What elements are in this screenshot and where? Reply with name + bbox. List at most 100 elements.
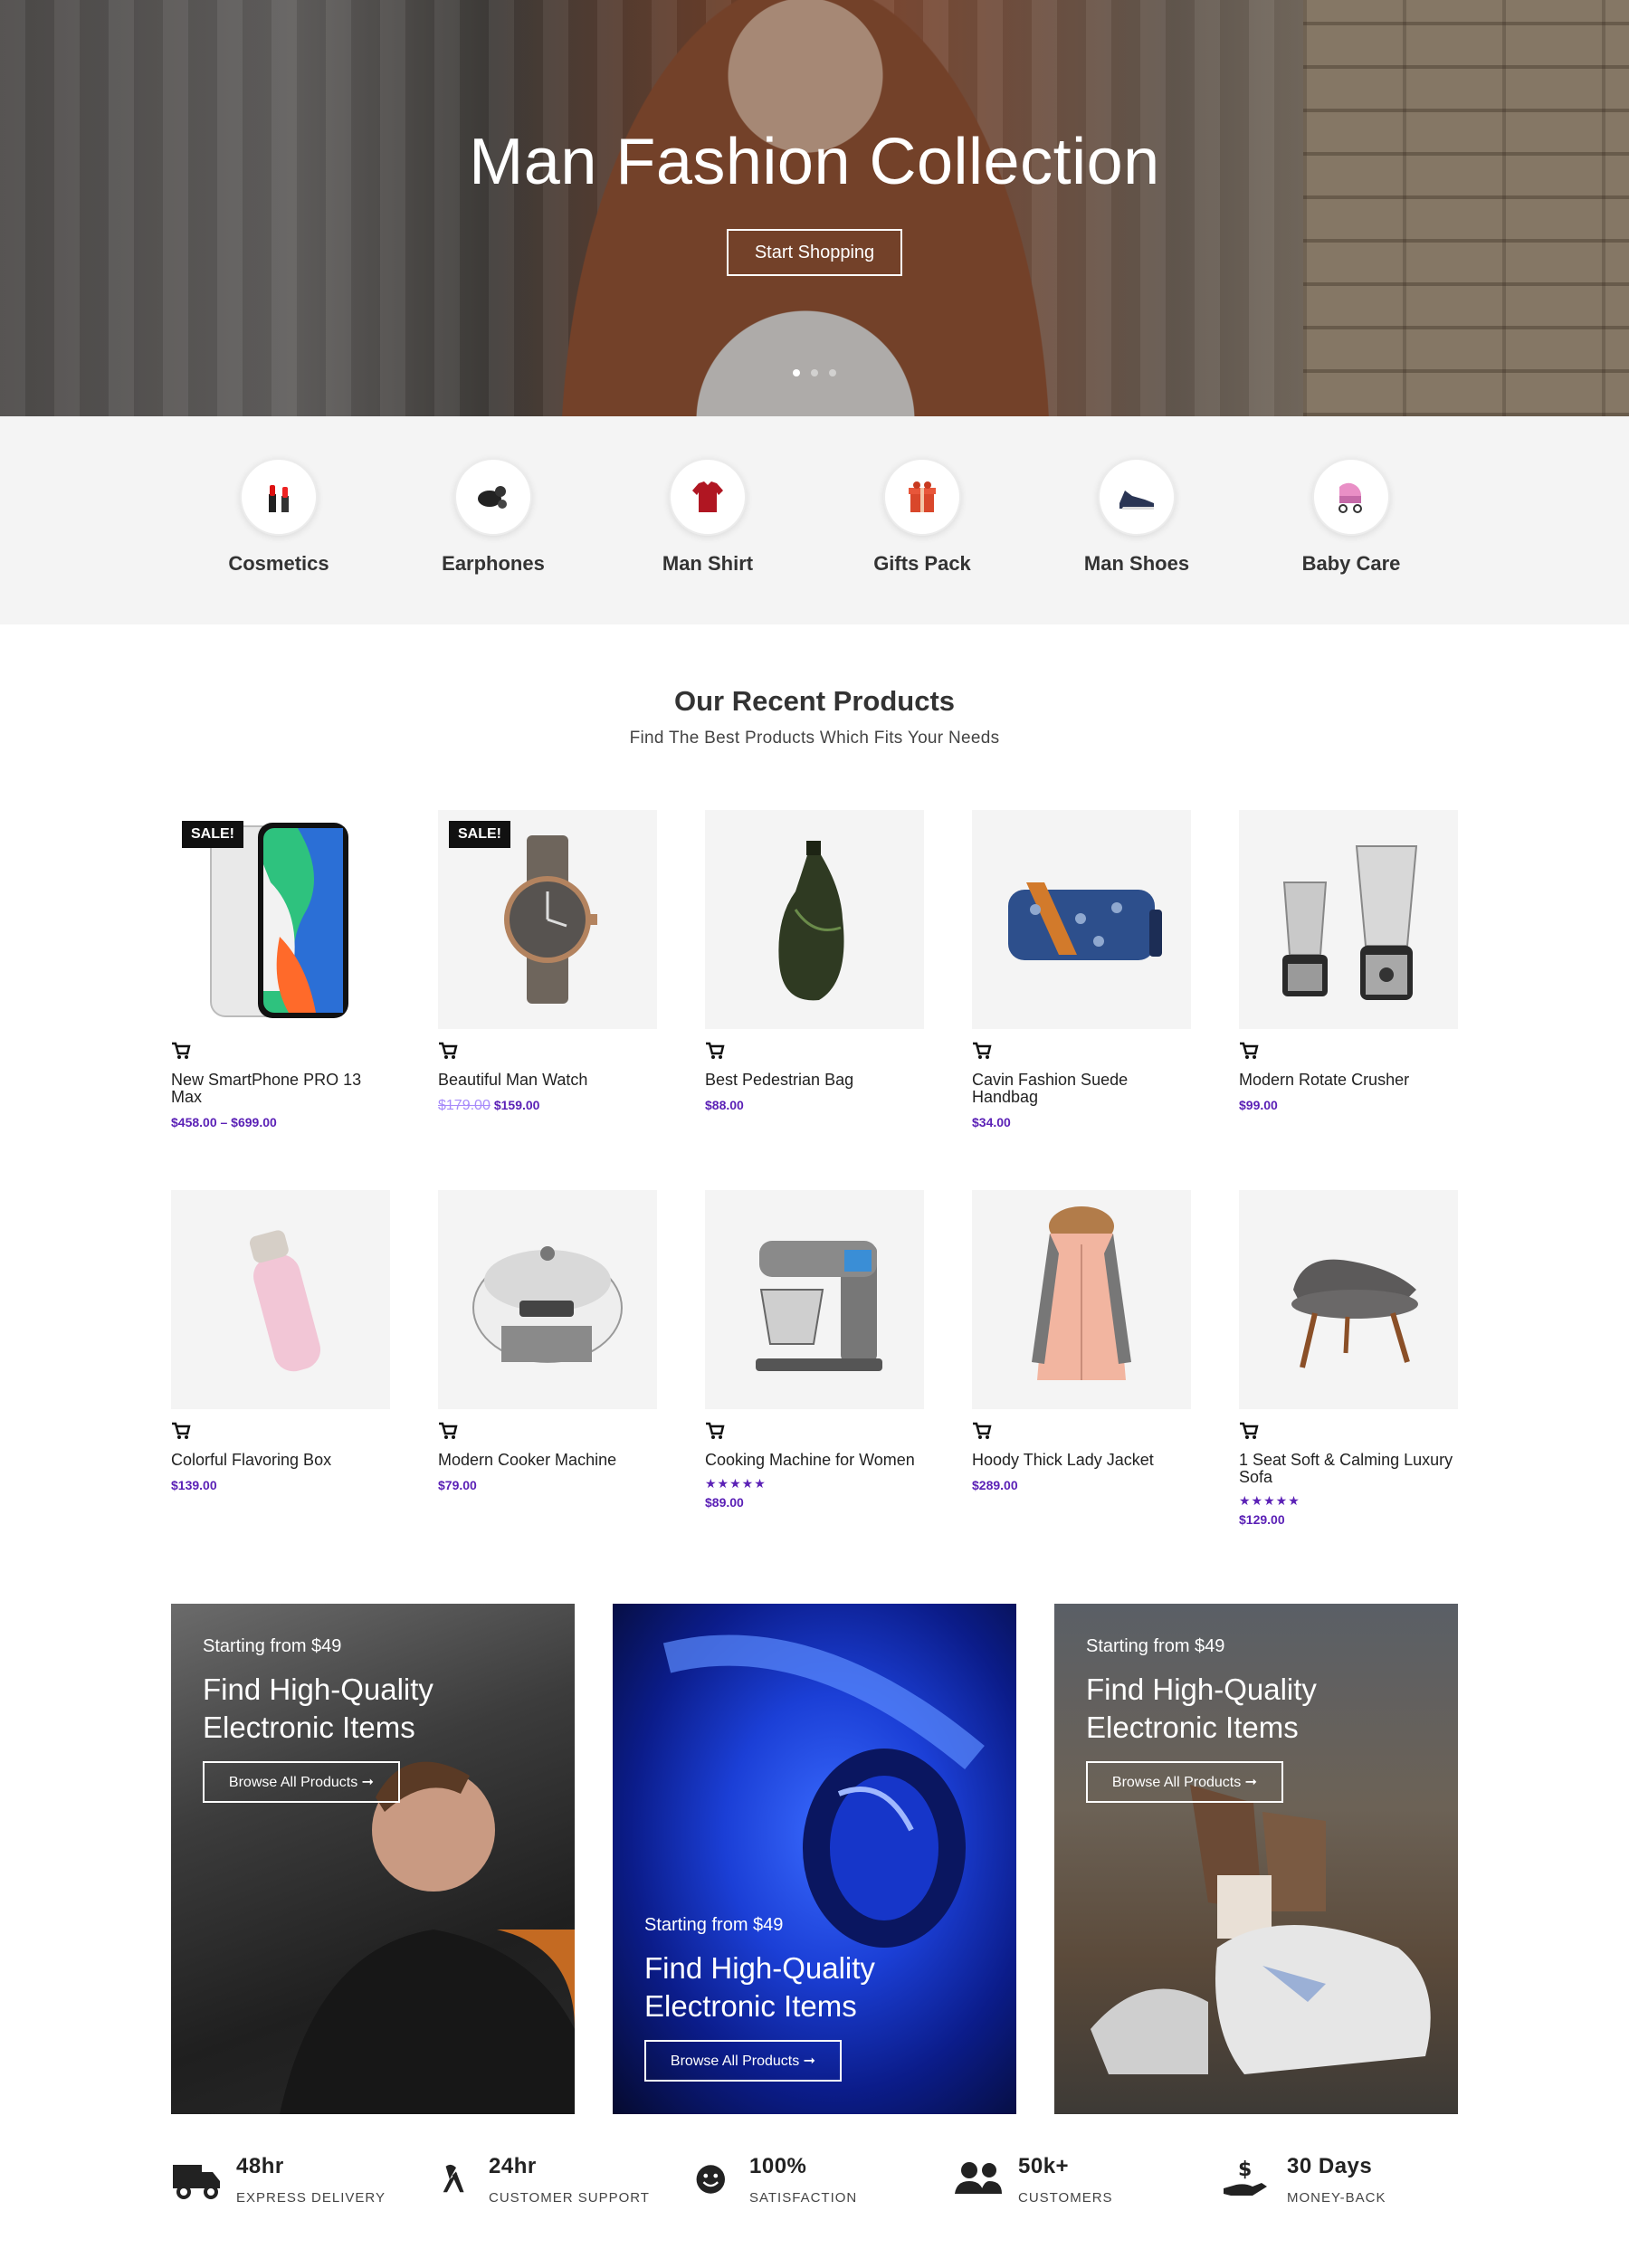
- product-card[interactable]: SALE! New SmartPhone PRO 13 Max $458.00 …: [171, 810, 390, 1129]
- banner-headphones-image: [662, 1634, 985, 1948]
- product-price: $179.00 $159.00: [438, 1098, 657, 1114]
- product-name[interactable]: Cavin Fashion Suede Handbag: [972, 1072, 1191, 1106]
- category-label: Gifts Pack: [873, 552, 971, 575]
- category-earphones[interactable]: Earphones: [412, 458, 575, 576]
- promo-banner-3[interactable]: Starting from $49 Find High-Quality Elec…: [1054, 1604, 1458, 2114]
- product-card[interactable]: SALE! Beautiful Man Watch $179.00 $159.00: [438, 810, 657, 1114]
- product-image-cooker[interactable]: [438, 1190, 657, 1409]
- product-card[interactable]: Cavin Fashion Suede Handbag $34.00: [972, 810, 1191, 1129]
- slider-dot-3[interactable]: [829, 369, 836, 376]
- ribbon-icon: [443, 2164, 464, 2193]
- category-label: Cosmetics: [228, 552, 329, 575]
- product-image-handbag[interactable]: [972, 810, 1191, 1029]
- product-card[interactable]: Cooking Machine for Women ★★★★★ $89.00: [705, 1190, 924, 1510]
- feature-satisfaction: 100% SATISFACTION: [695, 2154, 857, 2206]
- gift-icon: [883, 458, 961, 536]
- category-bar: Cosmetics Earphones Man Shirt Gifts Pack…: [0, 416, 1629, 624]
- product-image-blender[interactable]: [1239, 810, 1458, 1029]
- product-price: $99.00: [1239, 1098, 1278, 1112]
- category-cosmetics[interactable]: Cosmetics: [197, 458, 360, 576]
- promo-banner-1[interactable]: Starting from $49 Find High-Quality Elec…: [171, 1604, 575, 2114]
- feature-value: 30 Days: [1287, 2154, 1373, 2178]
- lipstick-icon: [240, 458, 318, 536]
- stroller-icon: [1312, 458, 1390, 536]
- category-man-shirt[interactable]: Man Shirt: [626, 458, 789, 576]
- product-price: $289.00: [972, 1478, 1018, 1492]
- start-shopping-button[interactable]: Start Shopping: [727, 229, 902, 276]
- product-name[interactable]: Cooking Machine for Women: [705, 1452, 924, 1469]
- product-name[interactable]: Best Pedestrian Bag: [705, 1072, 924, 1089]
- category-gifts-pack[interactable]: Gifts Pack: [841, 458, 1004, 576]
- add-to-cart-icon[interactable]: [438, 1422, 458, 1440]
- slider-dot-1[interactable]: [793, 369, 800, 376]
- money-hand-icon: $: [1224, 2158, 1267, 2196]
- add-to-cart-icon[interactable]: [171, 1042, 191, 1060]
- add-to-cart-icon[interactable]: [171, 1422, 191, 1440]
- feature-value: 50k+: [1018, 2154, 1070, 2178]
- add-to-cart-icon[interactable]: [438, 1042, 458, 1060]
- product-image-sofa-chair[interactable]: [1239, 1190, 1458, 1409]
- category-man-shoes[interactable]: Man Shoes: [1055, 458, 1218, 576]
- product-price: $88.00: [705, 1098, 744, 1112]
- product-image-stand-mixer[interactable]: [705, 1190, 924, 1409]
- shoe-icon: [1098, 458, 1176, 536]
- product-price: $458.00 – $699.00: [171, 1115, 277, 1129]
- rating-stars: ★★★★★: [1239, 1493, 1300, 1508]
- product-price: $129.00: [1239, 1512, 1285, 1527]
- product-name[interactable]: 1 Seat Soft & Calming Luxury Sofa: [1239, 1452, 1458, 1486]
- product-image-watch[interactable]: SALE!: [438, 810, 657, 1029]
- product-card[interactable]: Modern Cooker Machine $79.00: [438, 1190, 657, 1492]
- add-to-cart-icon[interactable]: [1239, 1042, 1259, 1060]
- product-name[interactable]: Beautiful Man Watch: [438, 1072, 657, 1089]
- banner-starting-price: Starting from $49: [644, 1915, 784, 1935]
- product-card[interactable]: 1 Seat Soft & Calming Luxury Sofa ★★★★★ …: [1239, 1190, 1458, 1527]
- browse-all-products-button[interactable]: Browse All Products ➞: [644, 2040, 842, 2082]
- add-to-cart-icon[interactable]: [1239, 1422, 1259, 1440]
- browse-all-products-button[interactable]: Browse All Products ➞: [1086, 1761, 1283, 1803]
- promo-banner-2[interactable]: Starting from $49 Find High-Quality Elec…: [613, 1604, 1016, 2114]
- section-title: Our Recent Products: [673, 685, 956, 717]
- banner-title: Find High-Quality Electronic Items: [644, 1951, 875, 2023]
- add-to-cart-icon[interactable]: [972, 1042, 992, 1060]
- add-to-cart-icon[interactable]: [972, 1422, 992, 1440]
- product-name[interactable]: Modern Cooker Machine: [438, 1452, 657, 1469]
- feature-value: 24hr: [489, 2154, 537, 2178]
- feature-express-delivery: 48hr EXPRESS DELIVERY: [171, 2154, 386, 2206]
- hero-overlay: [0, 0, 1629, 416]
- slider-dot-2[interactable]: [811, 369, 818, 376]
- product-price: $139.00: [171, 1478, 217, 1492]
- banner-starting-price: Starting from $49: [203, 1636, 342, 1656]
- users-icon: [955, 2162, 1002, 2194]
- add-to-cart-icon[interactable]: [705, 1422, 725, 1440]
- sale-badge: SALE!: [182, 821, 243, 848]
- category-label: Man Shoes: [1083, 552, 1190, 575]
- feature-value: 48hr: [236, 2154, 284, 2178]
- category-label: Man Shirt: [662, 552, 754, 575]
- product-price: $89.00: [705, 1495, 744, 1510]
- product-card[interactable]: Best Pedestrian Bag $88.00: [705, 810, 924, 1112]
- truck-icon: [173, 2165, 220, 2199]
- product-image-bag[interactable]: [705, 810, 924, 1029]
- product-card[interactable]: Modern Rotate Crusher $99.00: [1239, 810, 1458, 1112]
- add-to-cart-icon[interactable]: [705, 1042, 725, 1060]
- product-card[interactable]: Colorful Flavoring Box $139.00: [171, 1190, 390, 1492]
- category-baby-care[interactable]: Baby Care: [1270, 458, 1433, 576]
- slider-dots: [793, 369, 836, 376]
- product-name[interactable]: New SmartPhone PRO 13 Max: [171, 1072, 390, 1106]
- feature-label: EXPRESS DELIVERY: [236, 2190, 386, 2206]
- feature-customer-support: 24hr CUSTOMER SUPPORT: [438, 2154, 650, 2206]
- product-image-bottle[interactable]: [171, 1190, 390, 1409]
- product-card[interactable]: Hoody Thick Lady Jacket $289.00: [972, 1190, 1191, 1492]
- banner-starting-price: Starting from $49: [1086, 1636, 1225, 1656]
- smile-icon: [696, 2165, 725, 2194]
- product-image-smartphone[interactable]: SALE!: [171, 810, 390, 1029]
- feature-value: 100%: [749, 2154, 807, 2178]
- browse-all-products-button[interactable]: Browse All Products ➞: [203, 1761, 400, 1803]
- feature-label: CUSTOMERS: [1018, 2190, 1113, 2206]
- product-name[interactable]: Colorful Flavoring Box: [171, 1452, 390, 1469]
- product-name[interactable]: Hoody Thick Lady Jacket: [972, 1452, 1191, 1469]
- product-name[interactable]: Modern Rotate Crusher: [1239, 1072, 1458, 1089]
- category-label: Baby Care: [1301, 552, 1401, 575]
- feature-label: CUSTOMER SUPPORT: [489, 2190, 650, 2206]
- product-image-jacket[interactable]: [972, 1190, 1191, 1409]
